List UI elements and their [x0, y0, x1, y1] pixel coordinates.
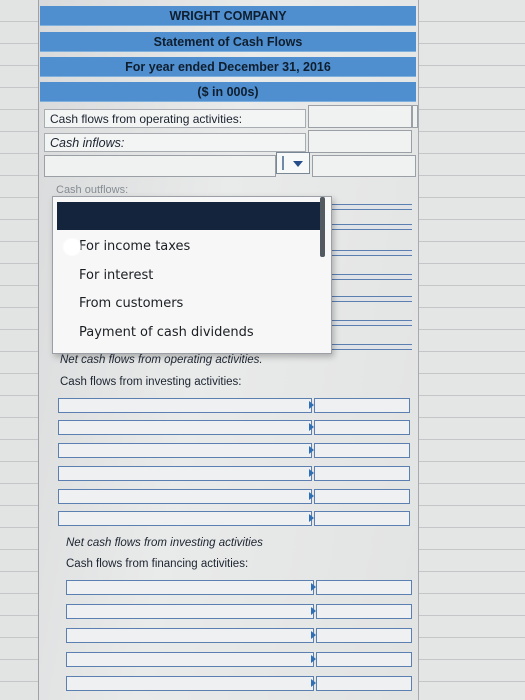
investing-amount-input[interactable] — [314, 489, 410, 504]
investing-item-input[interactable] — [58, 489, 312, 504]
account-select[interactable] — [276, 152, 310, 174]
statement-title: Statement of Cash Flows — [40, 32, 416, 52]
financing-amount-input[interactable] — [316, 652, 412, 667]
financing-amount-input[interactable] — [316, 580, 412, 595]
chevron-down-icon[interactable] — [293, 161, 303, 167]
right-margin-column — [418, 0, 525, 700]
net-operating-label: Net cash flows from operating activities… — [60, 353, 263, 366]
operating-total-cell[interactable] — [412, 105, 418, 128]
financing-amount-input[interactable] — [316, 604, 412, 619]
investing-item-input[interactable] — [58, 398, 312, 413]
cash-inflows-label: Cash inflows: — [44, 133, 306, 152]
dropdown-option[interactable]: For income taxes — [60, 238, 190, 256]
outflow-amount-input[interactable] — [330, 224, 412, 230]
financing-item-input[interactable] — [66, 652, 314, 667]
outflow-amount-input[interactable] — [330, 296, 412, 302]
outflow-amount-input[interactable] — [330, 320, 412, 326]
dropdown-option[interactable]: From customers — [79, 296, 183, 311]
financing-item-input[interactable] — [66, 580, 314, 595]
company-title: WRIGHT COMPANY — [40, 6, 416, 26]
worksheet: WRIGHT COMPANY Statement of Cash Flows F… — [0, 0, 525, 700]
inflow-item-cell[interactable] — [44, 155, 276, 177]
investing-item-input[interactable] — [58, 420, 312, 435]
financing-amount-input[interactable] — [316, 628, 412, 643]
investing-amount-input[interactable] — [314, 466, 410, 481]
investing-amount-input[interactable] — [314, 443, 410, 458]
operating-value-cell[interactable] — [308, 105, 412, 128]
investing-item-input[interactable] — [58, 443, 312, 458]
cash-outflows-label: Cash outflows: — [56, 184, 129, 196]
outflow-amount-input[interactable] — [330, 274, 412, 280]
investing-item-input[interactable] — [58, 511, 312, 526]
investing-title: Cash flows from investing activities: — [60, 375, 242, 388]
investing-amount-input[interactable] — [314, 398, 410, 413]
financing-amount-input[interactable] — [316, 676, 412, 691]
outflow-amount-input[interactable] — [330, 250, 412, 256]
operating-title: Cash flows from operating activities: — [44, 109, 306, 128]
outflow-amount-input[interactable] — [330, 344, 412, 350]
net-investing-label: Net cash flows from investing activities — [66, 536, 263, 549]
dropdown-option[interactable]: For interest — [79, 268, 153, 283]
financing-item-input[interactable] — [66, 676, 314, 691]
investing-amount-input[interactable] — [314, 511, 410, 526]
financing-title: Cash flows from financing activities: — [66, 557, 249, 570]
investing-amount-input[interactable] — [314, 420, 410, 435]
inflows-value-cell[interactable] — [308, 130, 412, 153]
financing-item-input[interactable] — [66, 628, 314, 643]
inflow-amount-input[interactable] — [312, 155, 416, 177]
dropdown-option[interactable]: Payment of cash dividends — [79, 325, 254, 340]
outflow-amount-input[interactable] — [330, 204, 412, 210]
investing-item-input[interactable] — [58, 466, 312, 481]
selected-option-highlight[interactable] — [57, 202, 321, 230]
period-title: For year ended December 31, 2016 — [40, 57, 416, 77]
units-title: ($ in 000s) — [40, 82, 416, 102]
text-caret — [282, 156, 284, 170]
left-margin-column — [0, 0, 39, 700]
account-dropdown-list[interactable]: For income taxes For interest From custo… — [52, 196, 332, 354]
dropdown-scrollbar[interactable] — [320, 197, 325, 257]
financing-item-input[interactable] — [66, 604, 314, 619]
